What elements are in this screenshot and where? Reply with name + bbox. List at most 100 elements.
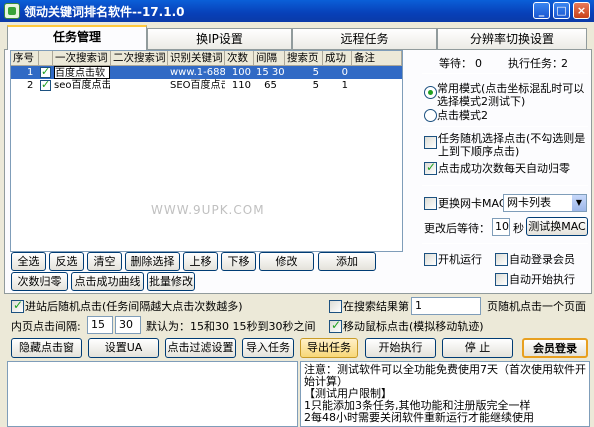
tab-remote-task[interactable]: 远程任务 [292, 28, 437, 49]
notice-line: 注意：测试软件可以全功能免费使用7天（首次使用软件开始计算） [304, 363, 586, 388]
row-interval: 15 30 [256, 67, 285, 78]
auto-login-label[interactable]: 自动登录会员 [509, 253, 575, 266]
wait-after-unit: 秒 [513, 222, 524, 235]
search-result-suffix: 页随机点击一个页面 [487, 300, 586, 313]
auto-reset-label[interactable]: 点击成功次数每天自动归零 [438, 162, 570, 175]
watermark: WWW.9UPK.COM [151, 203, 265, 217]
mode1-radio[interactable] [424, 86, 437, 99]
wait-after-input[interactable]: 10 [492, 218, 510, 236]
waiting-label: 等待： [439, 57, 472, 70]
task-table[interactable]: 序号 一次搜索词 二次搜索词 识别关键词 次数 间隔 搜索页 成功 备注 1 百… [10, 50, 403, 252]
tab-task-manage[interactable]: 任务管理 [7, 25, 147, 50]
success-curve-button[interactable]: 点击成功曲线 [71, 272, 144, 291]
add-button[interactable]: 添加 [318, 252, 376, 271]
maximize-button[interactable]: □ [553, 2, 570, 19]
tab-resolution-settings[interactable]: 分辨率切换设置 [437, 28, 587, 49]
row-success: 1 [341, 80, 348, 91]
invert-select-button[interactable]: 反选 [49, 252, 84, 271]
app-icon [4, 3, 20, 19]
row-search2 [112, 79, 167, 92]
row-checkbox[interactable] [40, 78, 51, 91]
col-header-search1[interactable]: 一次搜索词 [53, 51, 111, 66]
move-down-button[interactable]: 下移 [221, 252, 256, 271]
select-all-button[interactable]: 全选 [11, 252, 46, 271]
notice-line: 2每48小时需要关闭软件重新运行才能继续使用 [304, 411, 534, 424]
move-mouse-checkbox[interactable] [329, 318, 342, 333]
hide-click-window-button[interactable]: 隐藏点击窗 [11, 338, 82, 358]
row-checkbox[interactable] [40, 65, 51, 78]
delete-selected-button[interactable]: 删除选择 [125, 252, 180, 271]
row-keyword: www.1-688. [170, 67, 225, 78]
test-mac-button[interactable]: 测试换MAC [526, 217, 588, 236]
row-num: 2 [27, 80, 34, 91]
executing-value: 2 [561, 57, 568, 70]
table-row[interactable]: 2 seo百度点击 SEO百度点击 110 65 5 1 [11, 78, 402, 92]
nic-select-value: 网卡列表 [507, 196, 551, 209]
random-inner-click-label[interactable]: 进站后随机点击(任务间隔越大点击次数越多) [25, 300, 243, 313]
minimize-button[interactable]: _ [533, 2, 550, 19]
inner-interval-max-input[interactable]: 30 [115, 316, 141, 334]
nic-select[interactable]: 网卡列表 ▼ [503, 194, 587, 212]
random-inner-click-checkbox[interactable] [11, 298, 24, 313]
row-keyword: SEO百度点击 [170, 80, 225, 91]
export-task-button[interactable]: 导出任务 [300, 338, 358, 358]
table-row[interactable]: 1 百度点击软 www.1-688. 100 15 30 5 0 [11, 65, 402, 79]
stop-button[interactable]: 停 止 [442, 338, 513, 358]
reset-count-button[interactable]: 次数归零 [11, 272, 68, 291]
batch-edit-button[interactable]: 批量修改 [147, 272, 195, 291]
col-header-num[interactable]: 序号 [11, 51, 39, 66]
wait-after-label: 更改后等待： [424, 222, 490, 235]
row-page: 5 [312, 80, 319, 91]
click-filter-settings-button[interactable]: 点击过滤设置 [165, 338, 236, 358]
close-button[interactable]: × [573, 2, 590, 19]
divider [422, 73, 588, 74]
row-num: 1 [27, 67, 34, 78]
tab-ip-settings[interactable]: 换IP设置 [147, 28, 292, 49]
row-interval: 65 [264, 80, 277, 91]
mode2-radio[interactable] [424, 109, 437, 122]
col-header-success[interactable]: 成功 [323, 51, 352, 66]
auto-reset-checkbox[interactable] [424, 160, 437, 175]
col-header-search2[interactable]: 二次搜索词 [111, 51, 168, 66]
edit-button[interactable]: 修改 [259, 252, 314, 271]
notice-box: 注意：测试软件可以全功能免费使用7天（首次使用软件开始计算） 【测试用户限制】 … [300, 361, 590, 427]
log-area[interactable] [7, 361, 298, 427]
col-header-note[interactable]: 备注 [352, 51, 402, 66]
search-result-checkbox[interactable] [329, 300, 342, 313]
auto-start-label[interactable]: 自动开始执行 [509, 273, 575, 286]
mode1-label[interactable]: 常用模式(点击坐标混乱时可以选择模式2测试下) [437, 82, 587, 108]
change-mac-checkbox[interactable] [424, 197, 437, 210]
import-task-button[interactable]: 导入任务 [242, 338, 294, 358]
row-success: 0 [341, 67, 348, 78]
inner-interval-hint: 默认为：15和30 15秒到30秒之间 [146, 320, 316, 333]
row-count: 100 [231, 67, 251, 78]
window-title: 领动关键词排名软件--17.1.0 [24, 5, 185, 19]
col-header-check[interactable] [39, 51, 53, 66]
auto-run-label[interactable]: 开机运行 [438, 253, 482, 266]
row-search2 [112, 66, 167, 79]
search-result-input[interactable]: 1 [411, 297, 481, 315]
row-count: 110 [231, 80, 251, 91]
move-up-button[interactable]: 上移 [183, 252, 218, 271]
member-login-button[interactable]: 会员登录 [522, 338, 588, 358]
row-note [354, 66, 402, 79]
start-button[interactable]: 开始执行 [365, 338, 436, 358]
divider [422, 185, 588, 186]
col-header-keyword[interactable]: 识别关键词 [168, 51, 225, 66]
auto-run-checkbox[interactable] [424, 253, 437, 266]
change-mac-label[interactable]: 更换网卡MAC [438, 197, 507, 210]
col-header-page[interactable]: 搜索页 [285, 51, 323, 66]
auto-start-checkbox[interactable] [495, 273, 508, 286]
random-click-label[interactable]: 任务随机选择点击(不勾选则是上到下顺序点击) [438, 132, 588, 158]
clear-button[interactable]: 清空 [87, 252, 122, 271]
auto-login-checkbox[interactable] [495, 253, 508, 266]
inner-interval-min-input[interactable]: 15 [87, 316, 113, 334]
col-header-interval[interactable]: 间隔 [254, 51, 285, 66]
set-ua-button[interactable]: 设置UA [88, 338, 159, 358]
chevron-down-icon[interactable]: ▼ [572, 195, 586, 211]
col-header-count[interactable]: 次数 [225, 51, 254, 66]
move-mouse-label[interactable]: 移动鼠标点击(模拟移动轨迹) [343, 320, 484, 333]
mode2-label[interactable]: 点击模式2 [437, 109, 488, 122]
random-click-checkbox[interactable] [424, 136, 437, 149]
search-result-label[interactable]: 在搜索结果第 [343, 300, 409, 313]
